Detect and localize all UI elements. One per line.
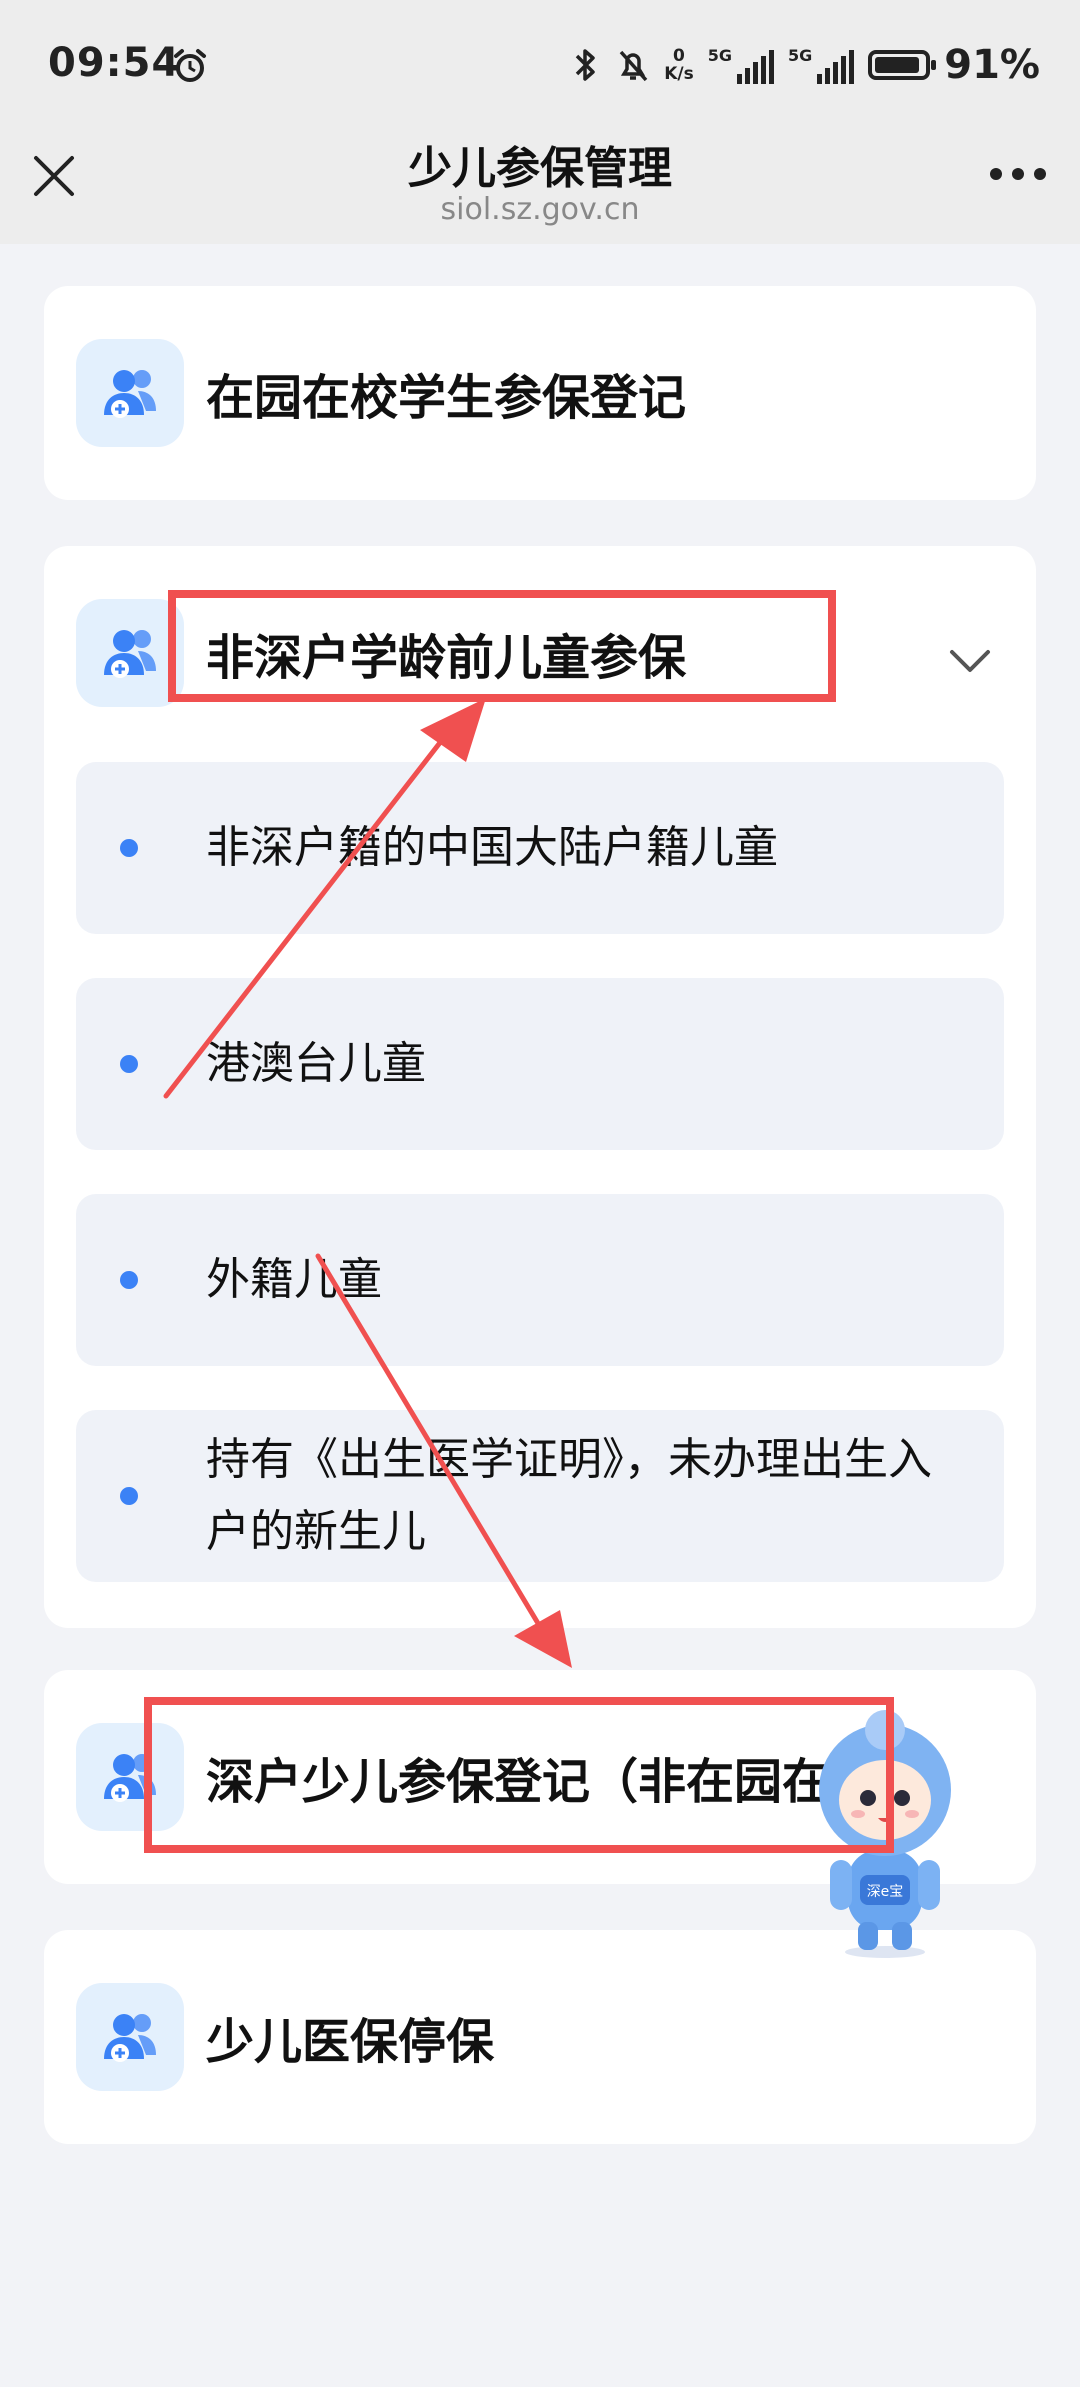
list-item-mainland[interactable]: 非深户籍的中国大陆户籍儿童 [76,762,1004,934]
bullet-dot [120,839,138,857]
annotation-box-non-shenzhen [168,590,836,702]
list-item-label: 外籍儿童 [206,1254,382,1305]
card-row: 在园在校学生参保登记 [76,339,686,447]
list-item-newborn[interactable]: 持有《出生医学证明》，未办理出生入户的新生儿 [76,1410,1004,1582]
status-time: 09:54 [48,40,181,86]
status-right: 0 K/s 5G 5G 91% [568,42,1040,88]
bluetooth-icon [575,49,595,81]
card-non-shenzhen-preschool: 非深户学龄前儿童参保 非深户籍的中国大陆户籍儿童 港澳台儿童 外籍儿童 持有《出… [44,546,1036,1628]
list-item-label: 非深户籍的中国大陆户籍儿童 [206,822,778,873]
page-url: siol.sz.gov.cn [440,192,640,227]
annotation-box-shenzhen [144,1697,894,1853]
mute-icon [619,50,648,82]
net-speed: 0 K/s [664,47,694,83]
list-item-hk-macau-taiwan[interactable]: 港澳台儿童 [76,978,1004,1150]
battery-percent: 91% [944,42,1040,88]
bullet-dot [120,1271,138,1289]
net-speed-unit: K/s [664,64,694,84]
title-bar: 少儿参保管理 siol.sz.gov.cn [0,120,1080,244]
net-speed-value: 0 [673,46,685,66]
list-item-label: 持有《出生医学证明》，未办理出生入户的新生儿 [206,1434,932,1557]
sim2-label: 5G [787,46,813,65]
card-title: 少儿医保停保 [206,2014,495,2070]
mascot-badge: 深e宝 [867,1884,904,1900]
bullet-dot [120,1055,138,1073]
status-bar: 09:54 0 K/s 5G 5G 91% [0,0,1080,140]
alarm-icon [174,49,206,82]
list-item-foreign[interactable]: 外籍儿童 [76,1194,1004,1366]
users-icon [76,1983,184,2091]
card-stop-insurance[interactable]: 少儿医保停保 [44,1930,1036,2144]
card-title: 在园在校学生参保登记 [206,370,687,426]
page-title: 少儿参保管理 [408,143,672,194]
more-icon[interactable] [990,168,1046,184]
list-item-label: 港澳台儿童 [206,1038,426,1089]
signal-icon-2: 5G [787,46,855,84]
users-icon [76,339,184,447]
card-student-registration[interactable]: 在园在校学生参保登记 [44,286,1036,500]
bullet-dot [120,1487,138,1505]
chevron-down-icon[interactable] [948,646,992,676]
sim1-label: 5G [707,46,732,65]
card-row: 少儿医保停保 [76,1983,494,2091]
signal-icon: 5G [708,46,774,84]
battery-icon [868,50,937,80]
